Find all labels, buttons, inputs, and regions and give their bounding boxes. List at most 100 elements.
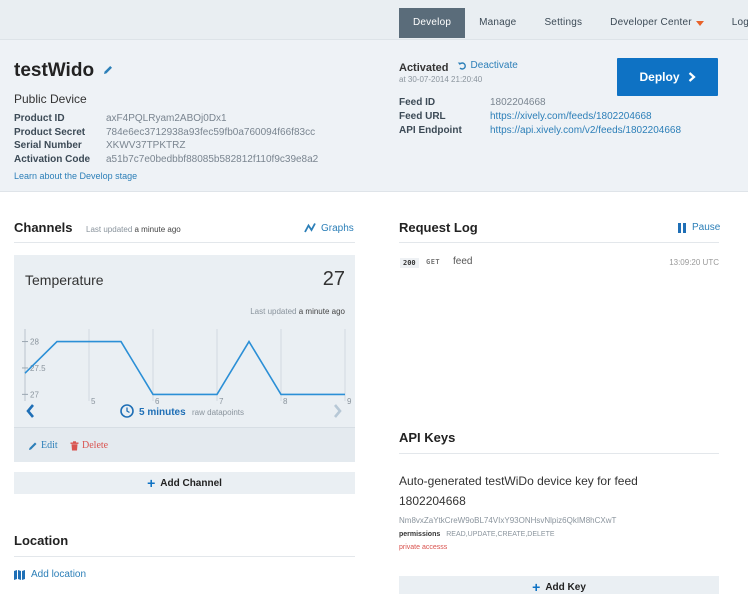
add-location-label: Add location xyxy=(31,569,87,580)
pause-label: Pause xyxy=(692,222,721,233)
nav-developer-center-label: Developer Center xyxy=(610,17,692,28)
detail-label: Activation Code xyxy=(14,153,91,165)
pencil-icon xyxy=(29,442,37,450)
nav-logout-label: Logout xyxy=(731,17,748,28)
api-keys-divider xyxy=(399,453,719,454)
permissions-label: permissions xyxy=(399,531,441,538)
time-window[interactable]: 5 minutes xyxy=(139,407,186,418)
deploy-button[interactable]: Deploy xyxy=(617,58,718,96)
pencil-icon[interactable] xyxy=(102,60,114,82)
permissions-value: READ,UPDATE,CREATE,DELETE xyxy=(446,531,555,538)
feed-label: API Endpoint xyxy=(399,125,462,136)
feed-label: Feed URL xyxy=(399,111,446,122)
api-keys-title: API Keys xyxy=(399,430,456,445)
channel-card: Temperature 27 Last updated a minute ago… xyxy=(14,255,355,462)
detail-row: Product Secret 784e6ec3712938a93fec59fb0a… xyxy=(14,126,318,140)
detail-row: Serial Number XKWV37TPKTRZ xyxy=(14,139,318,153)
detail-row: Product ID axF4PQLRyam2ABOj0Dx1 xyxy=(14,112,318,126)
feed-details: Feed ID 1802204668 Feed URL https://xively… xyxy=(399,96,681,138)
detail-value: XKWV37TPKTRZ xyxy=(106,140,186,151)
detail-label: Product Secret xyxy=(14,126,86,138)
device-header: testWido Public Device Product ID axF4PQL… xyxy=(0,40,748,192)
y-tick-label: 27 xyxy=(30,390,39,399)
api-key-permissions: permissions READ,UPDATE,CREATE,DELETE xyxy=(399,531,555,538)
plus-icon: + xyxy=(147,475,156,491)
edit-label: Edit xyxy=(41,440,58,451)
nav-settings-label: Settings xyxy=(544,17,583,28)
pause-button[interactable]: Pause xyxy=(678,222,720,233)
nav-develop-label: Develop xyxy=(413,17,452,28)
add-location-link[interactable]: Add location xyxy=(14,569,86,580)
add-key-label: Add Key xyxy=(545,581,586,593)
deactivate-link[interactable]: Deactivate xyxy=(457,60,518,71)
api-endpoint-link[interactable]: https://api.xively.com/v2/feeds/18022046… xyxy=(490,124,681,138)
status-badge: 200 xyxy=(400,258,419,268)
log-resource: feed xyxy=(453,256,473,267)
nav-manage-label: Manage xyxy=(479,17,517,28)
api-key-description: Auto-generated testWiDo device key for f… xyxy=(399,474,638,508)
channel-updated: Last updated a minute ago xyxy=(250,307,345,316)
clock-icon xyxy=(120,404,134,418)
main-nav: Develop Manage Settings Developer Center… xyxy=(399,8,748,38)
plus-icon: + xyxy=(532,579,541,594)
detail-label: Serial Number xyxy=(14,140,82,151)
nav-develop[interactable]: Develop xyxy=(399,8,466,38)
delete-channel-button[interactable]: Delete xyxy=(70,440,108,451)
x-tick-label: 9 xyxy=(347,397,352,406)
channel-name: Temperature xyxy=(25,272,104,288)
map-icon xyxy=(14,569,25,580)
nav-developer-center[interactable]: Developer Center xyxy=(596,8,718,38)
add-key-button[interactable]: + Add Key xyxy=(399,576,719,594)
nav-settings[interactable]: Settings xyxy=(530,8,596,38)
chevron-right-icon xyxy=(688,72,696,82)
feed-label: Feed ID xyxy=(399,97,436,108)
feed-url-link[interactable]: https://xively.com/feeds/1802204668 xyxy=(490,110,652,124)
api-key-value: Nm8vxZaYtkCreW9oBL74VIxY93ONHsvNlpiz6QkI… xyxy=(399,516,617,525)
feed-row: Feed URL https://xively.com/feeds/1802204… xyxy=(399,110,681,124)
chevron-left-icon[interactable] xyxy=(26,404,34,418)
log-method: GET xyxy=(426,258,441,266)
caret-down-icon xyxy=(695,20,704,26)
edit-channel-button[interactable]: Edit xyxy=(28,440,58,451)
activated-label: Activated xyxy=(399,61,449,74)
log-entry[interactable]: 200 GET feed 13:09:20 UTC xyxy=(399,256,719,270)
channels-divider xyxy=(14,242,355,243)
x-tick-label: 5 xyxy=(91,397,96,406)
deactivate-label: Deactivate xyxy=(470,60,518,71)
feed-row: Feed ID 1802204668 xyxy=(399,96,681,110)
x-tick-label: 6 xyxy=(155,397,160,406)
series-line xyxy=(24,340,345,396)
device-details: Product ID axF4PQLRyam2ABOj0Dx1 Product S… xyxy=(14,112,318,166)
chevron-right-icon[interactable] xyxy=(334,404,342,418)
graphs-label: Graphs xyxy=(321,222,354,234)
location-divider xyxy=(14,556,355,557)
activation-status: Activated Deactivate xyxy=(399,60,518,74)
device-type: Public Device xyxy=(14,92,87,106)
location-title: Location xyxy=(14,533,69,548)
learn-develop-link[interactable]: Learn about the Develop stage xyxy=(14,171,137,181)
log-time: 13:09:20 UTC xyxy=(669,258,719,267)
detail-value: a51b7c7e0bedbbf88085b582812f110f9c39e8a2 xyxy=(106,153,319,165)
channels-title: Channels xyxy=(14,220,73,235)
request-log-title: Request Log xyxy=(399,220,478,235)
private-access-label: private accesss xyxy=(399,544,448,551)
trash-icon xyxy=(70,440,79,450)
pause-icon xyxy=(678,222,686,233)
channel-card-footer: Edit Delete xyxy=(14,427,355,462)
request-log-divider xyxy=(399,242,719,243)
time-window-sub: raw datapoints xyxy=(192,408,244,417)
channels-updated: Last updated a minute ago xyxy=(86,225,181,234)
add-channel-button[interactable]: + Add Channel xyxy=(14,472,355,494)
x-tick-label: 8 xyxy=(283,397,288,406)
delete-label: Delete xyxy=(82,440,109,451)
top-bar: Develop Manage Settings Developer Center… xyxy=(0,0,748,40)
device-title: testWido xyxy=(14,60,114,82)
nav-logout[interactable]: Logout xyxy=(718,8,748,38)
channel-updated-when: a minute ago xyxy=(298,307,345,316)
detail-value: axF4PQLRyam2ABOj0Dx1 xyxy=(106,113,227,124)
x-tick-label: 7 xyxy=(219,397,224,406)
channel-updated-prefix: Last updated xyxy=(250,307,297,316)
nav-manage[interactable]: Manage xyxy=(465,8,530,38)
channel-value: 27 xyxy=(322,268,345,290)
graphs-link[interactable]: Graphs xyxy=(304,222,354,234)
